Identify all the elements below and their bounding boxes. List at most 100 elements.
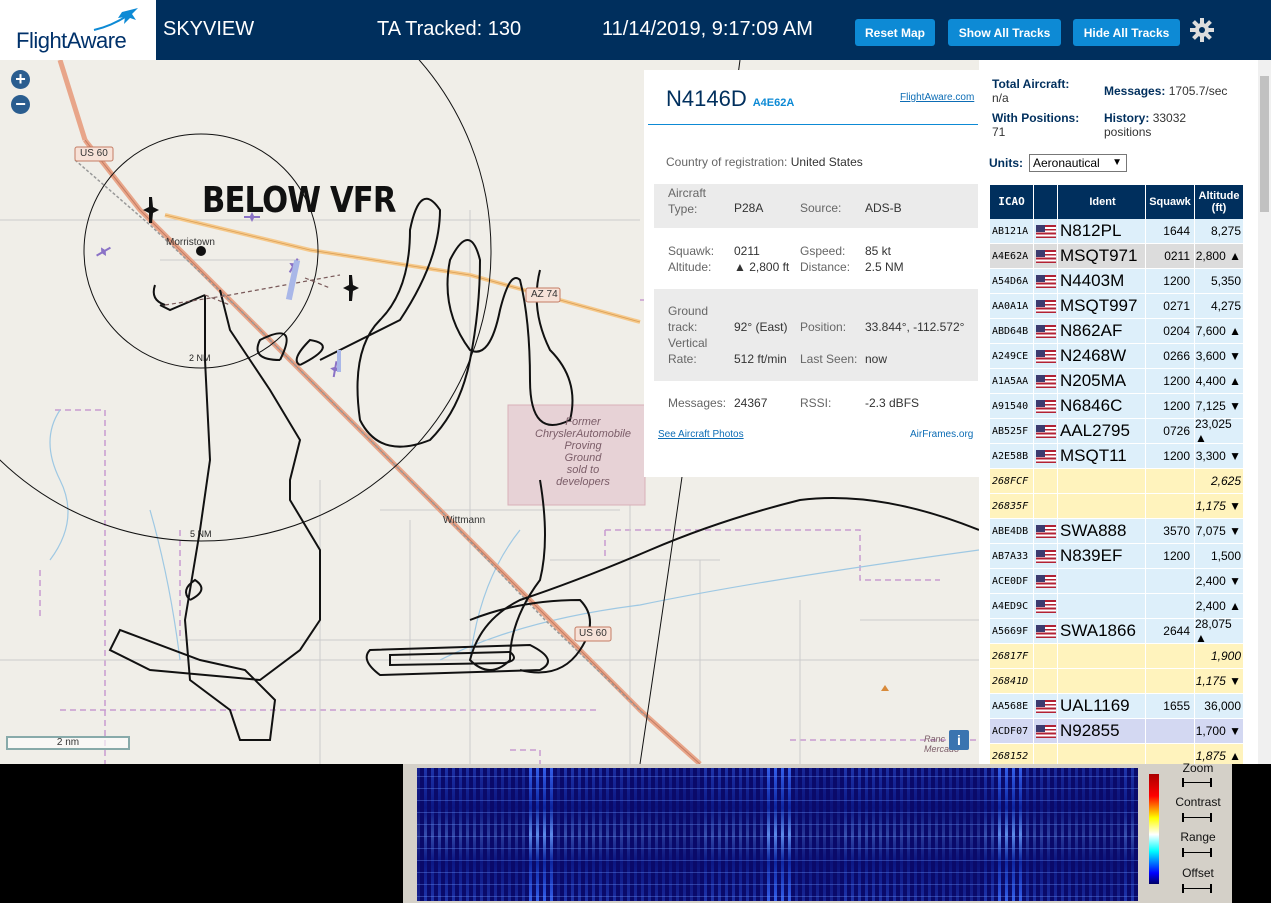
flightaware-link[interactable]: FlightAware.com bbox=[900, 92, 974, 103]
table-row[interactable]: 26835F 1,175 ▼ bbox=[990, 494, 1244, 519]
col-squawk[interactable]: Squawk bbox=[1146, 185, 1195, 219]
zoom-slider[interactable] bbox=[1182, 778, 1212, 787]
table-row[interactable]: ACDF07 N92855 1,700 ▼ bbox=[990, 719, 1244, 744]
ident-cell: SWA1866 bbox=[1058, 619, 1146, 643]
show-all-tracks-button[interactable]: Show All Tracks bbox=[948, 19, 1061, 46]
table-row[interactable]: 26841D 1,175 ▼ bbox=[990, 669, 1244, 694]
squawk-cell: 0266 bbox=[1146, 344, 1195, 368]
table-row[interactable]: A5669F SWA1866 2644 28,075 ▲ bbox=[990, 617, 1244, 645]
ident-cell: UAL1169 bbox=[1058, 694, 1146, 718]
altitude-cell: 2,625 bbox=[1195, 469, 1244, 493]
hide-all-tracks-button[interactable]: Hide All Tracks bbox=[1073, 19, 1180, 46]
rssi-label: RSSI: bbox=[800, 396, 832, 410]
squawk-cell: 1644 bbox=[1146, 219, 1195, 243]
table-row[interactable]: 268FCF 2,625 bbox=[990, 469, 1244, 494]
logo-text: FlightAware bbox=[16, 28, 127, 53]
altitude-cell: 2,400 ▼ bbox=[1195, 569, 1244, 593]
us-flag-icon bbox=[1035, 299, 1056, 313]
icao-cell: AB525F bbox=[990, 419, 1034, 443]
squawk-cell bbox=[1146, 669, 1195, 693]
us-flag-icon bbox=[1035, 324, 1056, 338]
squawk-cell: 0204 bbox=[1146, 319, 1195, 343]
table-row[interactable]: AA568E UAL1169 1655 36,000 bbox=[990, 694, 1244, 719]
table-row[interactable]: A4E62A MSQT971 0211 2,800 ▲ bbox=[990, 244, 1244, 269]
flag-cell bbox=[1034, 344, 1058, 368]
reset-map-button[interactable]: Reset Map bbox=[855, 19, 935, 46]
table-row[interactable]: AB525F AAL2795 0726 23,025 ▲ bbox=[990, 417, 1244, 445]
flag-cell bbox=[1034, 444, 1058, 468]
squawk-cell: 0726 bbox=[1146, 419, 1195, 443]
flightaware-logo[interactable]: FlightAware bbox=[0, 0, 156, 60]
spectrogram-display[interactable] bbox=[417, 768, 1138, 901]
altitude-cell: 8,275 bbox=[1195, 219, 1244, 243]
flag-cell bbox=[1034, 744, 1058, 764]
us-flag-icon bbox=[1035, 399, 1056, 413]
col-ident[interactable]: Ident bbox=[1058, 185, 1146, 219]
ident-cell: N839EF bbox=[1058, 544, 1146, 568]
col-icao[interactable]: ICAO bbox=[990, 185, 1034, 219]
range-slider[interactable] bbox=[1182, 848, 1212, 857]
flag-cell bbox=[1034, 569, 1058, 593]
icao-cell: 26835F bbox=[990, 494, 1034, 518]
scrollbar-thumb[interactable] bbox=[1260, 76, 1269, 212]
type-label: Aircraft Type: bbox=[668, 186, 707, 216]
offset-slider[interactable] bbox=[1182, 884, 1212, 893]
table-row[interactable]: ABD64B N862AF 0204 7,600 ▲ bbox=[990, 319, 1244, 344]
total-aircraft-stat: Total Aircraft: n/a bbox=[992, 77, 1070, 105]
ring-2nm-label: 2 NM bbox=[189, 353, 211, 363]
selected-aircraft-panel: N4146D A4E62A FlightAware.com Country of … bbox=[644, 70, 979, 477]
us-flag-icon bbox=[1035, 349, 1056, 363]
table-row[interactable]: AB7A33 N839EF 1200 1,500 bbox=[990, 544, 1244, 569]
col-altitude[interactable]: Altitude (ft) bbox=[1195, 185, 1244, 219]
aircraft-table: ICAO Ident Squawk Altitude (ft) AB121A N8… bbox=[990, 185, 1244, 764]
spectrogram-band bbox=[417, 824, 1138, 825]
us-flag-icon bbox=[1035, 374, 1056, 388]
table-row[interactable]: ACE0DF 2,400 ▼ bbox=[990, 569, 1244, 594]
with-positions-stat: With Positions: 71 bbox=[992, 111, 1080, 139]
altitude-cell: 5,350 bbox=[1195, 269, 1244, 293]
icao-cell: ABD64B bbox=[990, 319, 1034, 343]
contrast-slider[interactable] bbox=[1182, 813, 1212, 822]
popup-divider bbox=[648, 124, 978, 125]
ident-cell: MSQT971 bbox=[1058, 244, 1146, 268]
table-row[interactable]: A54D6A N4403M 1200 5,350 bbox=[990, 269, 1244, 294]
spectrogram-area: Zoom Contrast Range Offset bbox=[0, 761, 1271, 903]
table-row[interactable]: A91540 N6846C 1200 7,125 ▼ bbox=[990, 394, 1244, 419]
icao-cell: 268FCF bbox=[990, 469, 1034, 493]
position-label: Position: bbox=[800, 320, 847, 334]
flag-cell bbox=[1034, 269, 1058, 293]
flag-cell bbox=[1034, 394, 1058, 418]
squawk-cell: 1200 bbox=[1146, 394, 1195, 418]
selected-callsign: N4146D A4E62A bbox=[666, 86, 795, 111]
aircraft-photos-link[interactable]: See Aircraft Photos bbox=[658, 429, 744, 440]
altitude-cell: 1,175 ▼ bbox=[1195, 669, 1244, 693]
sidebar-scrollbar[interactable] bbox=[1258, 60, 1271, 764]
table-row[interactable]: A4ED9C 2,400 ▲ bbox=[990, 594, 1244, 619]
col-flag[interactable] bbox=[1034, 185, 1058, 219]
colorbar bbox=[1149, 774, 1159, 884]
altitude-cell: 1,900 bbox=[1195, 644, 1244, 668]
zoom-in-button[interactable]: + bbox=[11, 70, 30, 89]
flag-cell bbox=[1034, 544, 1058, 568]
flag-cell bbox=[1034, 694, 1058, 718]
map-info-icon[interactable]: i bbox=[949, 730, 969, 750]
contrast-control-label: Contrast bbox=[1175, 795, 1221, 809]
spectrogram-band bbox=[417, 776, 1138, 777]
type-value: P28A bbox=[734, 201, 764, 215]
table-row[interactable]: A2E58B MSQT11 1200 3,300 ▼ bbox=[990, 444, 1244, 469]
table-row[interactable]: 26817F 1,900 bbox=[990, 644, 1244, 669]
icao-cell: 26841D bbox=[990, 669, 1034, 693]
units-select[interactable]: Aeronautical ▼ bbox=[1029, 154, 1127, 172]
airframes-link[interactable]: AirFrames.org bbox=[910, 429, 973, 440]
gear-icon[interactable] bbox=[1189, 17, 1215, 43]
table-row[interactable]: AA0A1A MSQT997 0271 4,275 bbox=[990, 294, 1244, 319]
ident-cell bbox=[1058, 594, 1146, 618]
table-row[interactable]: A249CE N2468W 0266 3,600 ▼ bbox=[990, 344, 1244, 369]
table-row[interactable]: ABE4DB SWA888 3570 7,075 ▼ bbox=[990, 519, 1244, 544]
table-row[interactable]: AB121A N812PL 1644 8,275 bbox=[990, 219, 1244, 244]
flag-cell bbox=[1034, 719, 1058, 743]
table-row[interactable]: A1A5AA N205MA 1200 4,400 ▲ bbox=[990, 369, 1244, 394]
rssi-value: -2.3 dBFS bbox=[865, 396, 920, 410]
zoom-out-button[interactable]: − bbox=[11, 95, 30, 114]
squawk-cell: 1655 bbox=[1146, 694, 1195, 718]
